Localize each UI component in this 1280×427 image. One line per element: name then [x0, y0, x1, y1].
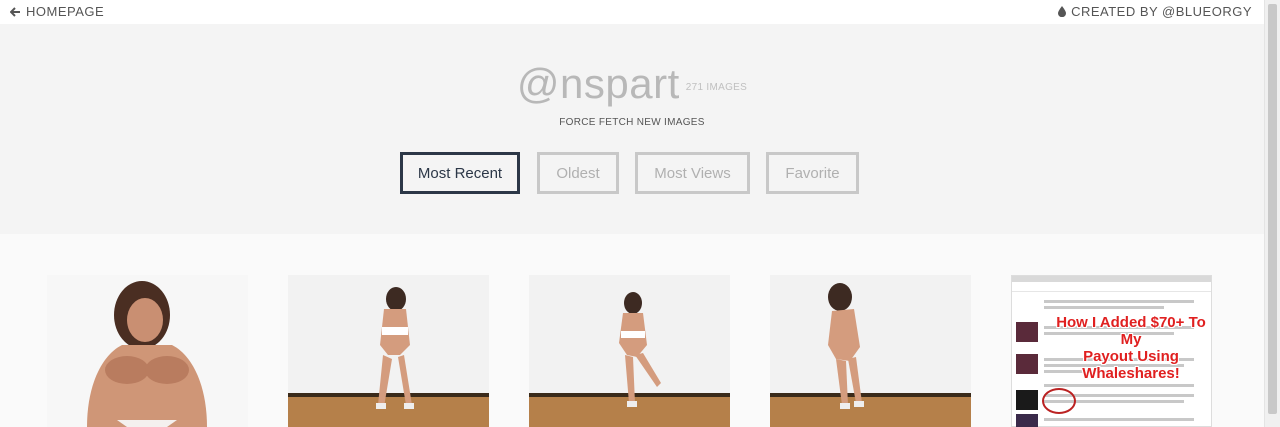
droplet-icon [1058, 6, 1067, 17]
promo-screenshot: How I Added $70+ To My Payout Using Whal… [1011, 275, 1212, 427]
sort-most-views-button[interactable]: Most Views [635, 152, 750, 194]
sort-favorite-button[interactable]: Favorite [766, 152, 859, 194]
homepage-label: HOMEPAGE [26, 4, 105, 19]
scrollbar-thumb[interactable] [1268, 4, 1277, 414]
image-count: 271 IMAGES [685, 82, 748, 93]
profile-title: @nspart 271 IMAGES [0, 60, 1264, 108]
sort-oldest-button[interactable]: Oldest [537, 152, 619, 194]
promo-headline-line2: Payout Using Whaleshares! [1082, 348, 1180, 382]
gallery-image[interactable] [529, 275, 730, 427]
creator-label: CREATED BY @BLUEORGY [1071, 4, 1252, 19]
gallery-image[interactable] [47, 275, 248, 427]
arrow-left-icon [10, 6, 20, 17]
highlight-circle [1042, 388, 1076, 414]
promo-list-row [1016, 414, 1204, 427]
browser-nav-bar [1012, 282, 1211, 292]
promo-headline-line1: How I Added $70+ To My [1056, 314, 1206, 348]
creator-link[interactable]: CREATED BY @BLUEORGY [1058, 4, 1252, 19]
photo-thumbnail [288, 275, 489, 427]
sort-most-recent-button[interactable]: Most Recent [400, 152, 520, 194]
promo-headline: How I Added $70+ To My Payout Using Whal… [1046, 314, 1212, 382]
force-fetch-link[interactable]: FORCE FETCH NEW IMAGES [0, 117, 1264, 128]
username-heading: @nspart [516, 60, 680, 107]
gallery-image[interactable] [770, 275, 971, 427]
vertical-scrollbar[interactable] [1264, 0, 1280, 427]
photo-thumbnail [529, 275, 730, 427]
profile-header: @nspart 271 IMAGES FORCE FETCH NEW IMAGES… [0, 24, 1264, 234]
gallery-image[interactable] [288, 275, 489, 427]
gallery-image-promo[interactable]: How I Added $70+ To My Payout Using Whal… [1011, 275, 1212, 427]
image-gallery: How I Added $70+ To My Payout Using Whal… [0, 234, 1264, 427]
photo-thumbnail [47, 275, 248, 427]
top-bar: HOMEPAGE CREATED BY @BLUEORGY [0, 0, 1264, 24]
homepage-link[interactable]: HOMEPAGE [10, 4, 104, 19]
photo-thumbnail [770, 275, 971, 427]
